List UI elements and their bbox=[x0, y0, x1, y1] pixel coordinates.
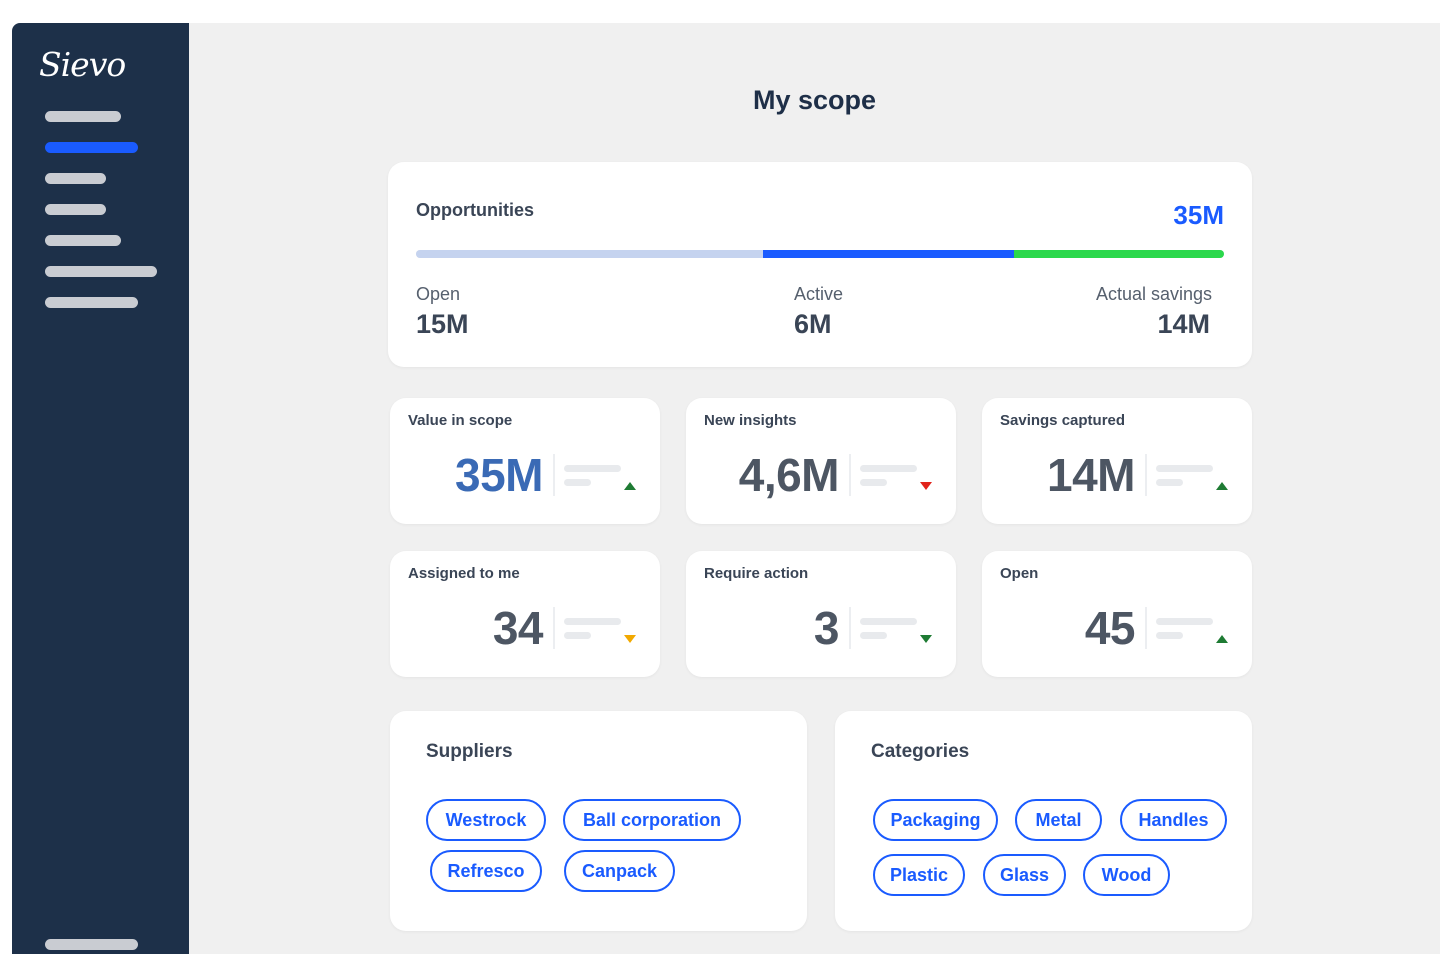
actual-savings-label: Actual savings bbox=[1095, 284, 1212, 304]
trend-up-icon bbox=[624, 482, 636, 490]
open-value: 15M bbox=[416, 309, 469, 339]
kpi-sparkline-placeholder bbox=[1156, 479, 1183, 486]
category-chip-packaging[interactable]: Packaging bbox=[873, 799, 998, 841]
sidebar-item-3[interactable] bbox=[45, 173, 106, 184]
category-chip-plastic[interactable]: Plastic bbox=[873, 854, 965, 896]
sidebar-item-4[interactable] bbox=[45, 204, 106, 215]
kpi-card-value-in-scope[interactable]: Value in scope 35M bbox=[390, 398, 660, 524]
sidebar-item-2[interactable] bbox=[45, 142, 138, 153]
progress-segment-actual-savings bbox=[1013, 250, 1224, 258]
kpi-divider bbox=[1145, 607, 1147, 649]
kpi-sparkline-placeholder bbox=[564, 632, 591, 639]
trend-down-icon bbox=[920, 635, 932, 643]
kpi-sparkline-placeholder bbox=[860, 618, 917, 625]
kpi-label: Assigned to me bbox=[408, 565, 520, 582]
actual-savings-value: 14M bbox=[1157, 309, 1210, 339]
kpi-value: 3 bbox=[813, 602, 840, 654]
category-chip-metal[interactable]: Metal bbox=[1015, 799, 1102, 841]
kpi-label: Require action bbox=[704, 565, 809, 582]
progress-segment-active bbox=[763, 250, 1014, 258]
kpi-divider bbox=[849, 607, 851, 649]
categories-title: Categories bbox=[871, 741, 970, 762]
sidebar-bottom-item[interactable] bbox=[45, 939, 138, 950]
kpi-label: New insights bbox=[704, 412, 797, 429]
sidebar: Sievo bbox=[12, 23, 189, 954]
categories-card: Categories Packaging Metal Handles Plast… bbox=[835, 711, 1252, 931]
opportunities-card[interactable]: Opportunities 35M Open 15M Active 6M Act… bbox=[388, 162, 1252, 367]
kpi-card-savings-captured[interactable]: Savings captured 14M bbox=[982, 398, 1252, 524]
trend-up-icon bbox=[1216, 482, 1228, 490]
progress-segment-open bbox=[416, 250, 764, 258]
trend-up-icon bbox=[1216, 635, 1228, 643]
trend-down-icon bbox=[624, 635, 636, 643]
kpi-sparkline-placeholder bbox=[860, 632, 887, 639]
trend-down-icon bbox=[920, 482, 932, 490]
sidebar-item-7[interactable] bbox=[45, 297, 138, 308]
kpi-divider bbox=[553, 454, 555, 496]
supplier-chip-refresco[interactable]: Refresco bbox=[430, 850, 542, 892]
suppliers-card: Suppliers Westrock Ball corporation Refr… bbox=[390, 711, 807, 931]
kpi-value: 4,6M bbox=[738, 449, 840, 501]
kpi-sparkline-placeholder bbox=[860, 479, 887, 486]
supplier-chip-ball-corporation[interactable]: Ball corporation bbox=[563, 799, 741, 841]
supplier-chip-canpack[interactable]: Canpack bbox=[564, 850, 675, 892]
kpi-sparkline-placeholder bbox=[564, 479, 591, 486]
kpi-label: Value in scope bbox=[408, 412, 513, 429]
main-content: My scope Opportunities 35M Open 15M Acti… bbox=[189, 23, 1440, 954]
supplier-chip-westrock[interactable]: Westrock bbox=[426, 799, 546, 841]
sidebar-item-6[interactable] bbox=[45, 266, 157, 277]
kpi-divider bbox=[553, 607, 555, 649]
category-chip-wood[interactable]: Wood bbox=[1083, 854, 1170, 896]
sievo-logo[interactable]: Sievo bbox=[39, 45, 126, 84]
kpi-sparkline-placeholder bbox=[860, 465, 917, 472]
opportunities-title: Opportunities bbox=[416, 200, 534, 220]
sidebar-item-5[interactable] bbox=[45, 235, 121, 246]
opportunities-total: 35M bbox=[1173, 200, 1224, 230]
kpi-sparkline-placeholder bbox=[1156, 632, 1183, 639]
kpi-sparkline-placeholder bbox=[1156, 465, 1213, 472]
active-label: Active bbox=[794, 284, 844, 304]
kpi-card-assigned-to-me[interactable]: Assigned to me 34 bbox=[390, 551, 660, 677]
kpi-value: 45 bbox=[1084, 602, 1136, 654]
kpi-value: 14M bbox=[1047, 449, 1135, 501]
kpi-sparkline-placeholder bbox=[1156, 618, 1213, 625]
kpi-divider bbox=[1145, 454, 1147, 496]
kpi-card-require-action[interactable]: Require action 3 bbox=[686, 551, 956, 677]
sidebar-item-1[interactable] bbox=[45, 111, 121, 122]
kpi-label: Savings captured bbox=[1000, 412, 1126, 429]
kpi-card-new-insights[interactable]: New insights 4,6M bbox=[686, 398, 956, 524]
category-chip-glass[interactable]: Glass bbox=[983, 854, 1066, 896]
kpi-card-open[interactable]: Open 45 bbox=[982, 551, 1252, 677]
page-title: My scope bbox=[752, 85, 877, 115]
category-chip-handles[interactable]: Handles bbox=[1120, 799, 1227, 841]
kpi-value: 34 bbox=[492, 602, 544, 654]
suppliers-title: Suppliers bbox=[426, 741, 513, 762]
active-value: 6M bbox=[794, 309, 832, 339]
open-label: Open bbox=[416, 284, 461, 304]
opportunities-progress-bar bbox=[416, 250, 1224, 258]
kpi-divider bbox=[849, 454, 851, 496]
kpi-value: 35M bbox=[455, 449, 543, 501]
kpi-label: Open bbox=[1000, 565, 1039, 582]
kpi-sparkline-placeholder bbox=[564, 618, 621, 625]
kpi-sparkline-placeholder bbox=[564, 465, 621, 472]
